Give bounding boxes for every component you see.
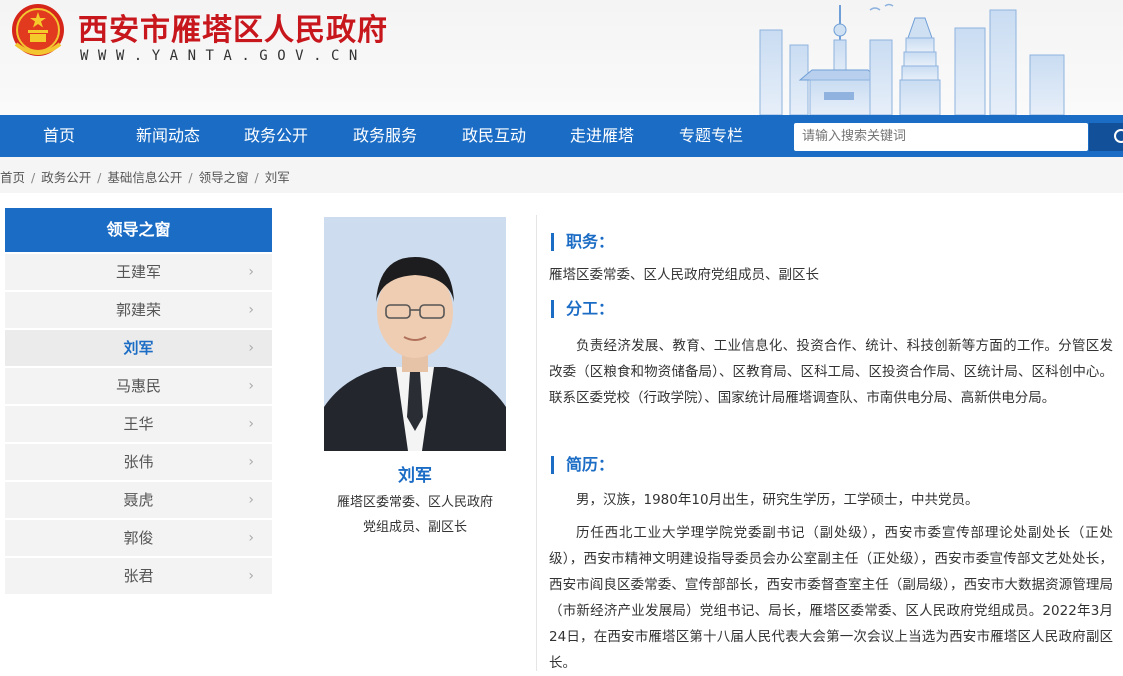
- chevron-right-icon: ›: [248, 264, 254, 280]
- chevron-right-icon: ›: [248, 378, 254, 394]
- breadcrumb-link[interactable]: 基础信息公开: [107, 170, 182, 185]
- site-header: 西安市雁塔区人民政府 WWW.YANTA.GOV.CN: [0, 0, 1123, 115]
- sidebar-item-label: 郭建荣: [115, 301, 161, 319]
- sidebar-item-label: 王建军: [115, 263, 161, 281]
- chevron-right-icon: ›: [248, 416, 254, 432]
- breadcrumb: 首页 / 政务公开 / 基础信息公开 / 领导之窗 / 刘军: [0, 170, 290, 185]
- sidebar-item-zhangwei[interactable]: 张伟 ›: [5, 444, 272, 480]
- profile-name: 刘军: [398, 466, 432, 486]
- search-button[interactable]: [1089, 123, 1123, 151]
- sidebar-item-label: 张君: [123, 567, 154, 585]
- sidebar-item-label: 聂虎: [123, 491, 154, 509]
- sidebar-item-guojun[interactable]: 郭俊 ›: [5, 520, 272, 556]
- search-icon: [1114, 129, 1123, 143]
- resume-paragraph: 历任西北工业大学理学院党委副书记（副处级），西安市委宣传部理论处副处长（正处级）…: [549, 525, 1113, 671]
- resume-paragraph: 男，汉族，1980年10月出生，研究生学历，工学硕士，中共党员。: [576, 492, 979, 508]
- portrait-icon: [324, 217, 506, 451]
- chevron-right-icon: ›: [248, 492, 254, 508]
- breadcrumb-link[interactable]: 首页: [0, 170, 25, 185]
- nav-item-news[interactable]: 新闻动态: [122, 115, 214, 157]
- profile-title-line: 雁塔区委常委、区人民政府: [336, 495, 493, 510]
- nav-item-gov-open[interactable]: 政务公开: [230, 115, 322, 157]
- resume-heading: 简历：: [551, 456, 614, 474]
- nav-item-about[interactable]: 走进雁塔: [556, 115, 648, 157]
- nav-item-home[interactable]: 首页: [18, 115, 100, 157]
- site-url: WWW.YANTA.GOV.CN: [80, 48, 367, 64]
- sidebar: 领导之窗 王建军 › 郭建荣 › 刘军 › 马惠民 › 王华 › 张伟 › 聂虎 › 郭俊 › …: [5, 208, 272, 594]
- sidebar-item-guojianrong[interactable]: 郭建荣 ›: [5, 292, 272, 328]
- profile-title-line: 党组成员、副区长: [362, 520, 467, 535]
- sidebar-item-zhangjun[interactable]: 张君 ›: [5, 558, 272, 594]
- sidebar-item-liujun[interactable]: 刘军 ›: [5, 330, 272, 366]
- city-skyline-icon: [759, 3, 1065, 115]
- sidebar-item-wangjianjun[interactable]: 王建军 ›: [5, 254, 272, 290]
- breadcrumb-current: 刘军: [264, 170, 290, 185]
- main-nav: 首页 新闻动态 政务公开 政务服务 政民互动 走进雁塔 专题专栏: [0, 115, 1123, 157]
- sidebar-item-label: 郭俊: [123, 529, 154, 547]
- sidebar-item-wanghua[interactable]: 王华 ›: [5, 406, 272, 442]
- sidebar-item-label: 张伟: [123, 453, 154, 471]
- sidebar-item-label: 王华: [123, 415, 154, 433]
- content-divider: [536, 215, 537, 671]
- profile-photo: [324, 217, 506, 451]
- site-title[interactable]: 西安市雁塔区人民政府: [78, 5, 388, 49]
- breadcrumb-bar: 首页 / 政务公开 / 基础信息公开 / 领导之窗 / 刘军: [0, 157, 1123, 193]
- sidebar-title: 领导之窗: [5, 208, 272, 252]
- chevron-right-icon: ›: [248, 530, 254, 546]
- division-text: 负责经济发展、教育、工业信息化、投资合作、统计、科技创新等方面的工作。分管区发改…: [549, 338, 1113, 406]
- nav-item-special[interactable]: 专题专栏: [665, 115, 757, 157]
- profile-title: 雁塔区委常委、区人民政府 党组成员、副区长: [322, 490, 508, 540]
- sidebar-item-label: 马惠民: [115, 377, 161, 395]
- nav-item-interaction[interactable]: 政民互动: [448, 115, 540, 157]
- chevron-right-icon: ›: [248, 340, 254, 356]
- division-heading: 分工：: [551, 300, 614, 318]
- sidebar-item-mahuimin[interactable]: 马惠民 ›: [5, 368, 272, 404]
- sidebar-item-label: 刘军: [123, 339, 154, 357]
- chevron-right-icon: ›: [248, 568, 254, 584]
- national-emblem-icon: [12, 4, 64, 56]
- search-input[interactable]: [794, 123, 1088, 151]
- nav-item-gov-service[interactable]: 政务服务: [339, 115, 431, 157]
- breadcrumb-link[interactable]: 领导之窗: [199, 170, 249, 185]
- chevron-right-icon: ›: [248, 302, 254, 318]
- chevron-right-icon: ›: [248, 454, 254, 470]
- breadcrumb-link[interactable]: 政务公开: [41, 170, 91, 185]
- duty-heading: 职务：: [551, 233, 614, 251]
- duty-text: 雁塔区委常委、区人民政府党组成员、副区长: [549, 267, 819, 283]
- sidebar-item-niehu[interactable]: 聂虎 ›: [5, 482, 272, 518]
